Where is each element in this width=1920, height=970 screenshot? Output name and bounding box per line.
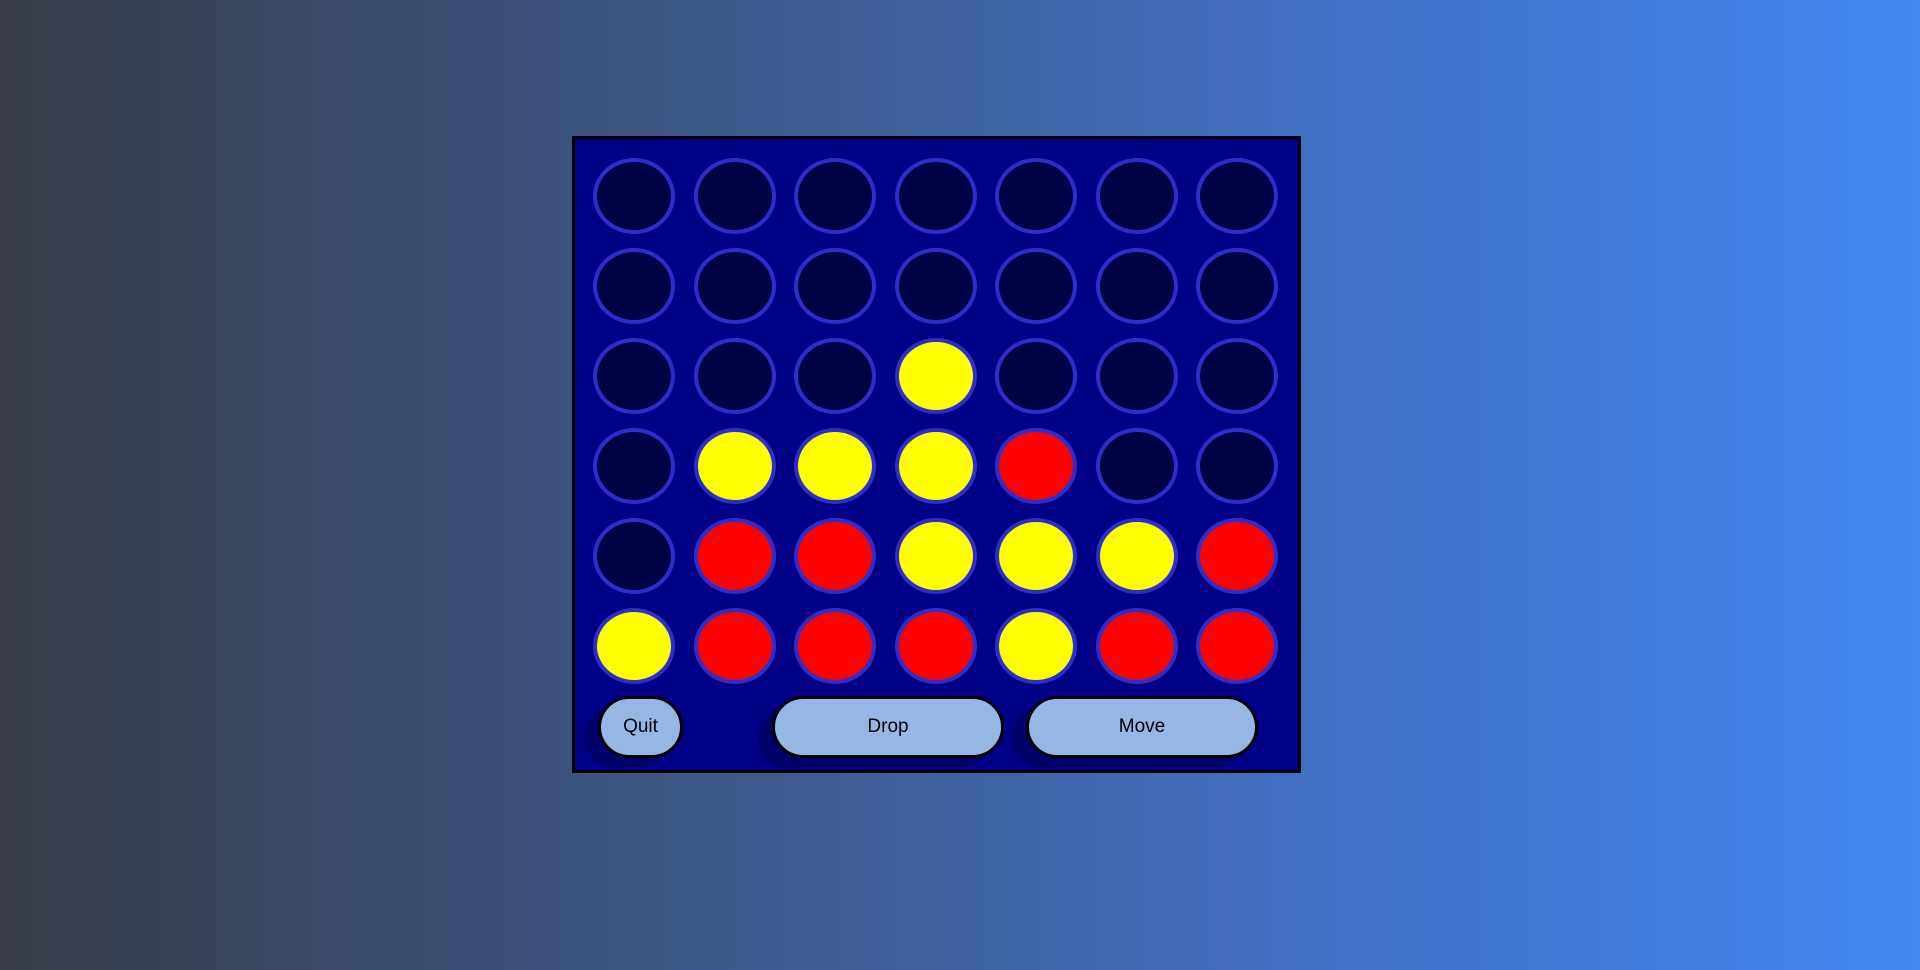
- board-cell[interactable]: [1192, 511, 1282, 601]
- empty-slot: [894, 158, 977, 234]
- empty-slot: [794, 158, 876, 234]
- yellow-disc: [693, 428, 776, 504]
- yellow-disc: [1095, 518, 1178, 594]
- drop-button[interactable]: Drop: [772, 696, 1004, 758]
- empty-slot: [995, 158, 1077, 234]
- board-cell[interactable]: [690, 601, 780, 691]
- board-cell[interactable]: [790, 151, 880, 241]
- board-cell[interactable]: [1092, 601, 1182, 691]
- board-cell[interactable]: [991, 601, 1081, 691]
- empty-slot: [1196, 428, 1278, 504]
- board-cell[interactable]: [790, 601, 880, 691]
- empty-slot: [1196, 158, 1278, 234]
- board-cell[interactable]: [589, 331, 679, 421]
- board-cell[interactable]: [690, 241, 780, 331]
- board-cell[interactable]: [1092, 241, 1182, 331]
- empty-slot: [1196, 338, 1278, 414]
- board-cell[interactable]: [891, 511, 981, 601]
- empty-slot: [593, 518, 675, 594]
- empty-slot: [593, 158, 675, 234]
- red-disc: [995, 428, 1077, 504]
- board-cell[interactable]: [991, 421, 1081, 511]
- quit-button[interactable]: Quit: [598, 696, 683, 758]
- drop-button-wrapper: Drop: [758, 696, 1004, 768]
- yellow-disc: [995, 518, 1077, 594]
- empty-slot: [593, 338, 675, 414]
- board-cell[interactable]: [891, 241, 981, 331]
- red-disc: [794, 518, 876, 594]
- board-cell[interactable]: [589, 241, 679, 331]
- empty-slot: [1196, 248, 1278, 324]
- board-cell[interactable]: [891, 331, 981, 421]
- empty-slot: [593, 428, 675, 504]
- board-cell[interactable]: [589, 151, 679, 241]
- red-disc: [1095, 608, 1178, 684]
- yellow-disc: [794, 428, 876, 504]
- board-cell[interactable]: [891, 421, 981, 511]
- move-button[interactable]: Move: [1026, 696, 1258, 758]
- board-cell[interactable]: [1092, 421, 1182, 511]
- board-cell[interactable]: [690, 331, 780, 421]
- empty-slot: [1095, 158, 1178, 234]
- empty-slot: [995, 338, 1077, 414]
- board-cell[interactable]: [1092, 151, 1182, 241]
- empty-slot: [894, 248, 977, 324]
- board-cell[interactable]: [891, 151, 981, 241]
- empty-slot: [1095, 248, 1178, 324]
- board-cell[interactable]: [891, 601, 981, 691]
- yellow-disc: [894, 518, 977, 594]
- move-button-wrapper: Move: [1012, 696, 1258, 768]
- game-board: Quit Drop Move: [572, 136, 1301, 773]
- empty-slot: [693, 248, 776, 324]
- board-cell[interactable]: [1192, 421, 1282, 511]
- red-disc: [894, 608, 977, 684]
- quit-button-wrapper: Quit: [584, 696, 683, 768]
- red-disc: [1196, 608, 1278, 684]
- board-cell[interactable]: [589, 421, 679, 511]
- board-cell[interactable]: [790, 511, 880, 601]
- board-cell[interactable]: [1192, 151, 1282, 241]
- board-cell[interactable]: [790, 241, 880, 331]
- empty-slot: [593, 248, 675, 324]
- board-cell[interactable]: [1092, 511, 1182, 601]
- board-cell[interactable]: [991, 331, 1081, 421]
- board-cell[interactable]: [589, 601, 679, 691]
- empty-slot: [794, 248, 876, 324]
- board-cell[interactable]: [991, 151, 1081, 241]
- red-disc: [1196, 518, 1278, 594]
- yellow-disc: [894, 338, 977, 414]
- board-cell[interactable]: [991, 241, 1081, 331]
- empty-slot: [693, 338, 776, 414]
- board-cell[interactable]: [790, 421, 880, 511]
- empty-slot: [794, 338, 876, 414]
- board-grid: [589, 151, 1282, 691]
- board-cell[interactable]: [690, 511, 780, 601]
- board-cell[interactable]: [589, 511, 679, 601]
- board-cell[interactable]: [690, 151, 780, 241]
- yellow-disc: [995, 608, 1077, 684]
- board-cell[interactable]: [1192, 331, 1282, 421]
- red-disc: [794, 608, 876, 684]
- empty-slot: [995, 248, 1077, 324]
- board-cell[interactable]: [1092, 331, 1182, 421]
- empty-slot: [693, 158, 776, 234]
- empty-slot: [1095, 428, 1178, 504]
- board-cell[interactable]: [1192, 241, 1282, 331]
- board-cell[interactable]: [790, 331, 880, 421]
- yellow-disc: [593, 608, 675, 684]
- red-disc: [693, 608, 776, 684]
- empty-slot: [1095, 338, 1178, 414]
- yellow-disc: [894, 428, 977, 504]
- red-disc: [693, 518, 776, 594]
- board-cell[interactable]: [690, 421, 780, 511]
- board-cell[interactable]: [1192, 601, 1282, 691]
- board-cell[interactable]: [991, 511, 1081, 601]
